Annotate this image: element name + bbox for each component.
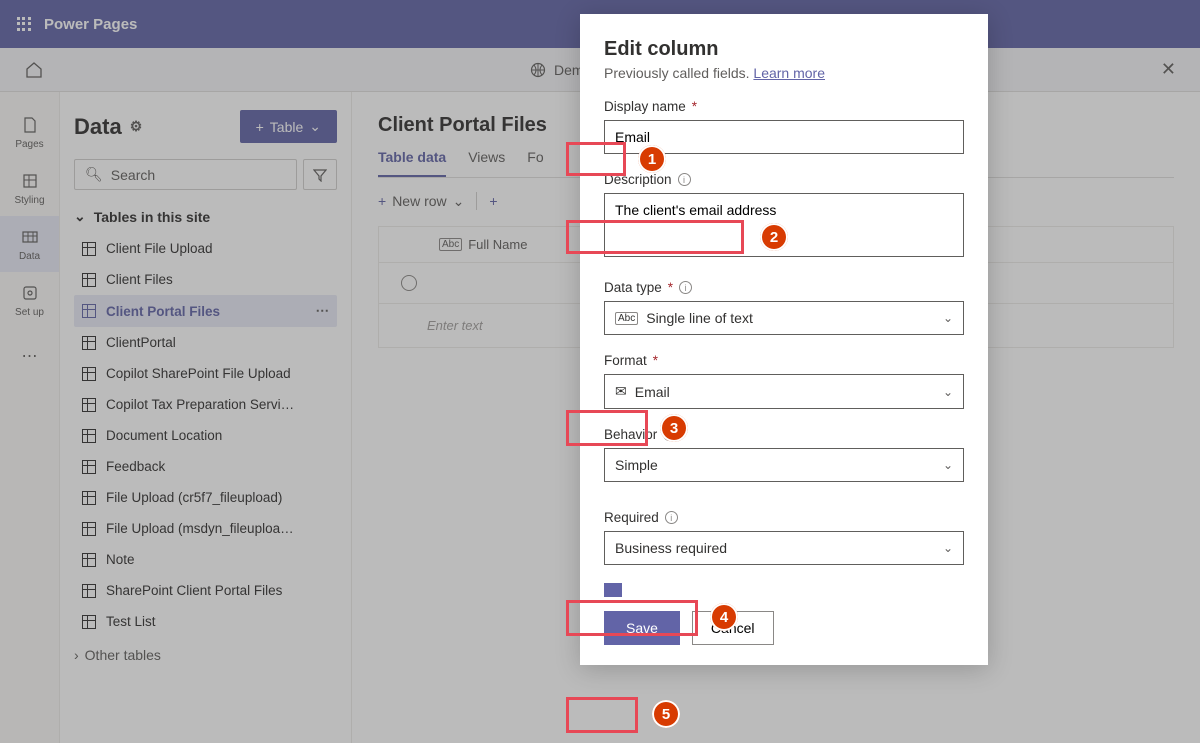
display-name-label: Display name * (604, 99, 964, 114)
chevron-down-icon: ⌄ (943, 311, 953, 325)
description-label: Description i (604, 172, 964, 187)
display-name-input[interactable] (604, 120, 964, 154)
format-label: Format * (604, 353, 964, 368)
info-icon[interactable]: i (663, 428, 676, 441)
description-input[interactable] (604, 193, 964, 257)
panel-title: Edit column (604, 38, 964, 61)
info-icon[interactable]: i (665, 511, 678, 524)
info-icon[interactable]: i (679, 281, 692, 294)
behavior-label: Behavior i (604, 427, 964, 442)
chevron-down-icon: ⌄ (943, 541, 953, 555)
behavior-select[interactable]: Simple ⌄ (604, 448, 964, 482)
required-label: Required i (604, 510, 964, 525)
cancel-button[interactable]: Cancel (692, 611, 774, 645)
learn-more-link[interactable]: Learn more (753, 65, 825, 81)
info-icon[interactable]: i (678, 173, 691, 186)
panel-subtitle: Previously called fields. Learn more (604, 65, 964, 81)
required-select[interactable]: Business required ⌄ (604, 531, 964, 565)
email-icon: ✉ (615, 383, 627, 400)
save-button[interactable]: Save (604, 611, 680, 645)
data-type-label: Data type * i (604, 280, 964, 295)
text-type-icon: Abc (615, 312, 638, 325)
data-type-select[interactable]: AbcSingle line of text ⌄ (604, 301, 964, 335)
chevron-down-icon: ⌄ (943, 458, 953, 472)
format-select[interactable]: ✉Email ⌄ (604, 374, 964, 409)
searchable-checkbox[interactable] (604, 583, 622, 597)
edit-column-panel: Edit column Previously called fields. Le… (580, 14, 988, 665)
chevron-down-icon: ⌄ (943, 385, 953, 399)
